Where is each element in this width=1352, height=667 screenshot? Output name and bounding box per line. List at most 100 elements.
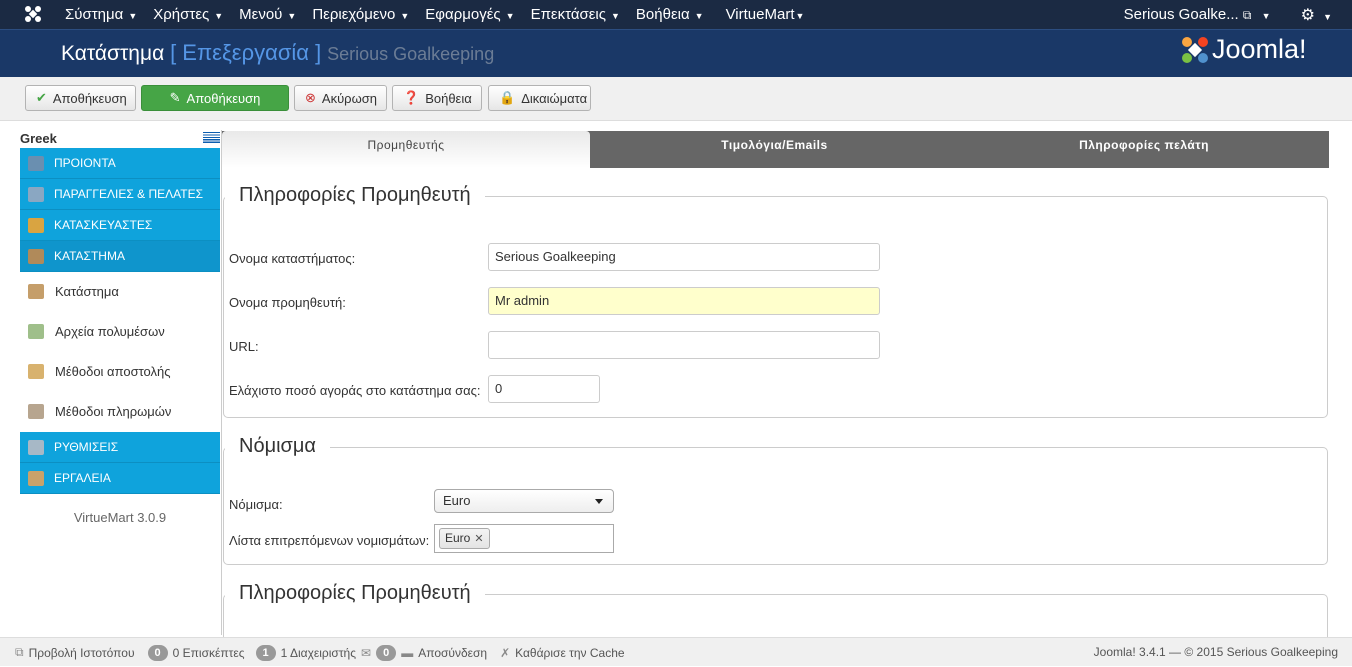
joomla-brand-icon <box>1182 36 1208 63</box>
sidebar-cat-tools[interactable]: ΕΡΓΑΛΕΙΑ <box>20 463 220 494</box>
sidebar-cat-label: ΚΑΤΑΣΤΗΜΑ <box>54 249 125 263</box>
settings-menu[interactable]: ⚙ ▼ <box>1301 5 1332 25</box>
tab-customer-info[interactable]: Πληροφορίες πελάτη <box>959 131 1329 168</box>
allowed-currencies-input[interactable]: Euro ✕ <box>434 524 614 553</box>
products-icon <box>28 156 44 171</box>
remove-icon[interactable]: ✕ <box>474 533 483 545</box>
save-button-label: Αποθήκευση <box>52 90 127 106</box>
vendor-name-label: Ονομα προμηθευτή: <box>229 295 346 310</box>
min-amount-input[interactable]: 0 <box>488 375 600 403</box>
caret-down-icon: ▼ <box>214 11 224 21</box>
language-selector[interactable]: Greek <box>20 128 220 148</box>
edit-icon: ✎ <box>169 90 181 105</box>
user-name: Serious Goalke... <box>1123 6 1239 23</box>
page-title-main: Κατάστημα <box>61 42 165 65</box>
sidebar-cat-shop[interactable]: ΚΑΤΑΣΤΗΜΑ <box>20 241 220 272</box>
messages-badge[interactable]: 0 <box>376 644 397 661</box>
gear-icon: ⚙ <box>1300 6 1315 24</box>
sidebar-cat-orders[interactable]: ΠΑΡΑΓΓΕΛΙΕΣ & ΠΕΛΑΤΕΣ <box>20 179 220 210</box>
sidebar-cat-label: ΚΑΤΑΣΚΕΥΑΣΤΕΣ <box>54 218 153 232</box>
tab-vendor[interactable]: Προμηθευτής <box>222 131 590 168</box>
min-amount-label: Ελάχιστο ποσό αγοράς στο κατάστημα σας: <box>229 383 481 398</box>
shop-name-input[interactable]: Serious Goalkeeping <box>488 243 880 271</box>
save-button[interactable]: ✔ Αποθήκευση <box>25 85 136 111</box>
sidebar-cat-label: ΠΡΟΙΟΝΤΑ <box>54 156 116 170</box>
logout-link[interactable]: Αποσύνδεση <box>418 646 487 660</box>
caret-down-icon: ▼ <box>400 11 410 21</box>
sidebar-item-media[interactable]: Αρχεία πολυμέσων <box>20 312 220 352</box>
tab-invoices[interactable]: Τιμολόγια/Emails <box>590 131 959 168</box>
sidebar: Greek ΠΡΟΙΟΝΤΑ ΠΑΡΑΓΓΕΛΙΕΣ & ΠΕΛΑΤΕΣ ΚΑΤ… <box>20 128 220 525</box>
version-label: VirtueMart 3.0.9 <box>73 510 167 525</box>
currency-select-value: Euro <box>443 493 471 508</box>
menu-extensions[interactable]: Επεκτάσεις ▼ <box>523 0 628 29</box>
sidebar-item-label: Μέθοδοι αποστολής <box>55 364 171 379</box>
caret-down-icon: ▼ <box>287 11 297 21</box>
currency-label: Νόμισμα: <box>229 497 283 512</box>
sidebar-item-label: Αρχεία πολυμέσων <box>55 324 165 339</box>
menu-system[interactable]: Σύστημα ▼ <box>57 0 145 29</box>
page-header: Κατάστημα [ Επεξεργασία ] Serious Goalke… <box>0 29 1352 77</box>
shop-name-label: Ονομα καταστήματος: <box>229 251 356 266</box>
tools-icon <box>28 471 44 486</box>
permissions-button-label: Δικαιώματα <box>521 90 588 106</box>
menu-help-label: Βοήθεια <box>635 6 690 23</box>
admins-label: 1 Διαχειριστής <box>280 645 357 660</box>
payment-icon <box>28 404 44 419</box>
help-button[interactable]: ❓ Βοήθεια <box>392 85 482 111</box>
vendor-info-legend-2: Πληροφορίες Προμηθευτή <box>225 582 485 605</box>
menu-menus[interactable]: Μενού ▼ <box>231 0 304 29</box>
sidebar-item-payment[interactable]: Μέθοδοι πληρωμών <box>20 392 220 432</box>
external-link-icon: ⧉ <box>15 645 24 659</box>
sidebar-cat-manufacturers[interactable]: ΚΑΤΑΣΚΕΥΑΣΤΕΣ <box>20 210 220 241</box>
sidebar-item-label: Κατάστημα <box>55 284 119 299</box>
url-input[interactable] <box>488 331 880 359</box>
menu-system-label: Σύστημα <box>65 6 124 23</box>
language-label: Greek <box>20 131 57 146</box>
caret-down-icon: ▼ <box>1323 11 1332 22</box>
clear-cache-link[interactable]: Καθάρισε την Cache <box>515 646 624 660</box>
menu-extensions-label: Επεκτάσεις <box>530 6 606 23</box>
sidebar-item-shipment[interactable]: Μέθοδοι αποστολής <box>20 352 220 392</box>
sidebar-divider <box>221 130 222 635</box>
caret-down-icon: ▼ <box>611 11 620 21</box>
user-menu[interactable]: Serious Goalke... ⧉ ▼ <box>1124 6 1271 23</box>
menu-help[interactable]: Βοήθεια ▼ <box>628 0 712 29</box>
copyright: Joomla! 3.4.1 — © 2015 Serious Goalkeepi… <box>1093 645 1338 659</box>
allowed-currencies-label: Λίστα επιτρεπόμενων νομισμάτων: <box>229 533 430 548</box>
view-site-link[interactable]: Προβολή Ιστοτόπου <box>29 646 135 660</box>
currency-select[interactable]: Euro <box>434 489 614 513</box>
dropdown-arrow-icon <box>595 499 603 504</box>
menu-users[interactable]: Χρήστες ▼ <box>145 0 231 29</box>
sidebar-cat-label: ΠΑΡΑΓΓΕΛΙΕΣ & ΠΕΛΑΤΕΣ <box>54 187 204 201</box>
menu-components[interactable]: Εφαρμογές ▼ <box>417 0 522 29</box>
menu-content-label: Περιεχόμενο <box>312 6 396 23</box>
envelope-icon: ✉ <box>361 645 372 660</box>
caret-down-icon: ▼ <box>128 11 138 21</box>
help-button-label: Βοήθεια <box>425 90 472 106</box>
currency-legend: Νόμισμα <box>225 435 330 458</box>
cancel-button[interactable]: ⊗ Ακύρωση <box>294 85 387 111</box>
joomla-logo-icon[interactable] <box>24 5 42 23</box>
sidebar-cat-products[interactable]: ΠΡΟΙΟΝΤΑ <box>20 148 220 179</box>
sidebar-item-label: Μέθοδοι πληρωμών <box>55 404 172 419</box>
url-label: URL: <box>229 339 259 354</box>
sidebar-cat-label: ΕΡΓΑΛΕΙΑ <box>54 471 111 485</box>
check-icon: ✔ <box>36 90 47 105</box>
tab-bar: Προμηθευτής Τιμολόγια/Emails Πληροφορίες… <box>222 131 1329 168</box>
save-edit-button-label: Αποθήκευση <box>186 90 261 106</box>
vendor-name-input[interactable]: Mr admin <box>488 287 880 315</box>
menu-menus-label: Μενού <box>239 6 283 23</box>
sidebar-item-shop[interactable]: Κατάστημα <box>20 272 220 312</box>
sidebar-cat-settings[interactable]: ΡΥΘΜΙΣΕΙΣ <box>20 432 220 463</box>
permissions-button[interactable]: 🔒 Δικαιώματα <box>488 85 591 111</box>
media-icon <box>28 324 44 339</box>
save-edit-button[interactable]: ✎ Αποθήκευση <box>141 85 289 111</box>
shop-icon <box>28 249 44 264</box>
sidebar-cat-label: ΡΥΘΜΙΣΕΙΣ <box>54 440 119 454</box>
menu-virtuemart[interactable]: VirtueMart▼ <box>718 0 813 29</box>
page-title: Κατάστημα [ Επεξεργασία ] Serious Goalke… <box>61 40 494 66</box>
currency-chip-label: Euro <box>445 531 471 545</box>
menu-content[interactable]: Περιεχόμενο ▼ <box>304 0 417 29</box>
admins-badge: 1 <box>255 644 276 661</box>
